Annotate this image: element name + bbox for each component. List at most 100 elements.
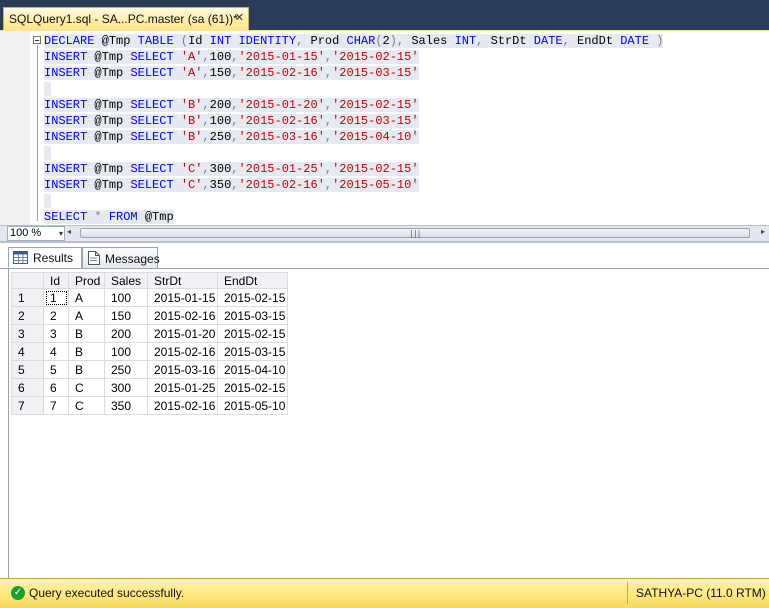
grid-cell[interactable]: 2 xyxy=(43,306,69,325)
grid-cell[interactable]: 350 xyxy=(104,396,148,415)
zoom-dropdown[interactable]: 100 % ▾ xyxy=(7,226,65,241)
code-token: '2015-03-15' xyxy=(332,114,419,128)
grid-cell[interactable]: C xyxy=(68,396,105,415)
grid-cell[interactable]: 4 xyxy=(43,342,69,361)
code-token: * xyxy=(87,210,109,224)
grid-cell[interactable]: 2015-03-16 xyxy=(147,360,218,379)
code-token: @Tmp xyxy=(87,130,131,144)
scroll-right-arrow-icon[interactable]: ▸ xyxy=(761,227,765,236)
grid-cell[interactable]: 2015-03-15 xyxy=(217,306,288,325)
grid-cell[interactable]: 2015-02-15 xyxy=(217,378,288,397)
grid-cell[interactable]: 2015-03-15 xyxy=(217,342,288,361)
row-number-cell[interactable]: 4 xyxy=(11,342,44,361)
grid-cell[interactable]: 3 xyxy=(43,324,69,343)
table-row[interactable]: 7 7 C 350 2015-02-16 2015-05-10 xyxy=(11,396,288,415)
code-token: 2 xyxy=(382,34,390,48)
grid-cell[interactable]: 2015-01-20 xyxy=(147,324,218,343)
code-line[interactable]: INSERT @Tmp SELECT 'B',100,'2015-02-16',… xyxy=(44,113,663,129)
row-number-cell[interactable]: 6 xyxy=(11,378,44,397)
code-line[interactable] xyxy=(44,81,663,97)
grid-cell[interactable]: B xyxy=(68,324,105,343)
scroll-left-arrow-icon[interactable]: ◂ xyxy=(67,227,71,236)
row-number-cell[interactable]: 2 xyxy=(11,306,44,325)
grid-cell[interactable]: B xyxy=(68,360,105,379)
grid-corner-cell[interactable] xyxy=(11,272,44,289)
table-row[interactable]: 5 5 B 250 2015-03-16 2015-04-10 xyxy=(11,360,288,379)
code-token: 300 xyxy=(209,162,232,176)
table-row[interactable]: 6 6 C 300 2015-01-25 2015-02-15 xyxy=(11,378,288,397)
grid-cell[interactable]: 5 xyxy=(43,360,69,379)
grid-cell[interactable]: 2015-02-15 xyxy=(217,288,288,307)
code-area[interactable]: DECLARE @Tmp TABLE (Id INT IDENTITY, Pro… xyxy=(44,33,664,225)
code-token: 'B' xyxy=(180,114,203,128)
code-line[interactable]: INSERT @Tmp SELECT 'C',350,'2015-02-16',… xyxy=(44,177,663,193)
table-row[interactable]: 2 2 A 150 2015-02-16 2015-03-15 xyxy=(11,306,288,325)
grid-cell[interactable]: 2015-02-16 xyxy=(147,306,218,325)
grid-cell[interactable]: 2015-04-10 xyxy=(217,360,288,379)
code-token: INSERT xyxy=(44,162,88,176)
query-document-tab-title: SQLQuery1.sql - SA...PC.master (sa (61))… xyxy=(9,12,238,26)
code-line[interactable]: INSERT @Tmp SELECT 'C',300,'2015-01-25',… xyxy=(44,161,663,177)
table-row[interactable]: 4 4 B 100 2015-02-16 2015-03-15 xyxy=(11,342,288,361)
close-icon[interactable]: ✕ xyxy=(235,11,244,24)
code-line[interactable]: DECLARE @Tmp TABLE (Id INT IDENTITY, Pro… xyxy=(44,33,664,49)
grid-cell[interactable]: 2015-01-25 xyxy=(147,378,218,397)
row-number-cell[interactable]: 3 xyxy=(11,324,44,343)
grid-cell[interactable]: 100 xyxy=(104,342,148,361)
horizontal-scrollbar[interactable]: ◂ ||| ▸ xyxy=(67,226,767,241)
code-line[interactable]: INSERT @Tmp SELECT 'A',150,'2015-02-16',… xyxy=(44,65,663,81)
column-header-id[interactable]: Id xyxy=(43,272,69,289)
code-line[interactable]: INSERT @Tmp SELECT 'B',250,'2015-03-16',… xyxy=(44,129,663,145)
collapse-icon[interactable] xyxy=(33,36,41,44)
row-number-cell[interactable]: 5 xyxy=(11,360,44,379)
results-grid[interactable]: Id Prod Sales StrDt EndDt 1 1 A 100 2015-01-… xyxy=(11,272,288,415)
code-token: 'A' xyxy=(180,66,203,80)
table-row[interactable]: 3 3 B 200 2015-01-20 2015-02-15 xyxy=(11,324,288,343)
chevron-down-icon[interactable]: ▾ xyxy=(59,227,63,240)
column-header-strdt[interactable]: StrDt xyxy=(147,272,218,289)
grid-cell[interactable]: 2015-02-16 xyxy=(147,342,218,361)
code-line[interactable] xyxy=(44,145,663,161)
code-line[interactable] xyxy=(44,193,663,209)
grid-cell[interactable]: 1 xyxy=(43,288,69,307)
code-line-content: INSERT @Tmp SELECT 'A',100,'2015-01-15',… xyxy=(44,50,419,64)
code-line[interactable]: INSERT @Tmp SELECT 'A',100,'2015-01-15',… xyxy=(44,49,663,65)
code-line-content: DECLARE @Tmp TABLE (Id INT IDENTITY, Pro… xyxy=(44,34,664,48)
grid-cell[interactable]: 100 xyxy=(104,288,148,307)
table-row[interactable]: 1 1 A 100 2015-01-15 2015-02-15 xyxy=(11,288,288,307)
query-document-tab[interactable]: SQLQuery1.sql - SA...PC.master (sa (61))… xyxy=(3,7,249,30)
tab-messages[interactable]: Messages xyxy=(82,247,160,268)
grid-cell[interactable]: 2015-05-10 xyxy=(217,396,288,415)
grid-cell[interactable]: 300 xyxy=(104,378,148,397)
grid-cell[interactable]: B xyxy=(68,342,105,361)
code-token: 100 xyxy=(209,50,232,64)
grid-cell[interactable]: 200 xyxy=(104,324,148,343)
grid-cell[interactable]: 6 xyxy=(43,378,69,397)
grid-cell[interactable]: 7 xyxy=(43,396,69,415)
row-number-cell[interactable]: 7 xyxy=(11,396,44,415)
code-token: INSERT xyxy=(44,50,88,64)
row-number-cell[interactable]: 1 xyxy=(11,288,44,307)
code-token: Sales xyxy=(404,34,455,48)
grid-cell[interactable]: A xyxy=(68,306,105,325)
code-line[interactable]: INSERT @Tmp SELECT 'B',200,'2015-01-20',… xyxy=(44,97,663,113)
code-line[interactable]: SELECT * FROM @Tmp xyxy=(44,209,663,225)
code-token: SELECT xyxy=(130,130,174,144)
grid-cell[interactable]: 2015-02-15 xyxy=(217,324,288,343)
zoom-value: 100 % xyxy=(10,227,42,239)
code-token: INSERT xyxy=(44,66,88,80)
tab-results[interactable]: Results xyxy=(8,247,82,268)
scrollbar-thumb[interactable]: ||| xyxy=(80,228,750,238)
code-token: '2015-02-16' xyxy=(238,66,325,80)
column-header-prod[interactable]: Prod xyxy=(68,272,105,289)
grid-cell[interactable]: C xyxy=(68,378,105,397)
grid-cell[interactable]: 150 xyxy=(104,306,148,325)
column-header-sales[interactable]: Sales xyxy=(104,272,148,289)
grid-cell[interactable]: 250 xyxy=(104,360,148,379)
grid-cell[interactable]: 2015-01-15 xyxy=(147,288,218,307)
query-editor[interactable]: DECLARE @Tmp TABLE (Id INT IDENTITY, Pro… xyxy=(0,30,769,225)
grid-cell[interactable]: A xyxy=(68,288,105,307)
column-header-enddt[interactable]: EndDt xyxy=(217,272,288,289)
results-grid-frame: Id Prod Sales StrDt EndDt 1 1 A 100 2015-01-… xyxy=(8,269,769,579)
grid-cell[interactable]: 2015-02-16 xyxy=(147,396,218,415)
